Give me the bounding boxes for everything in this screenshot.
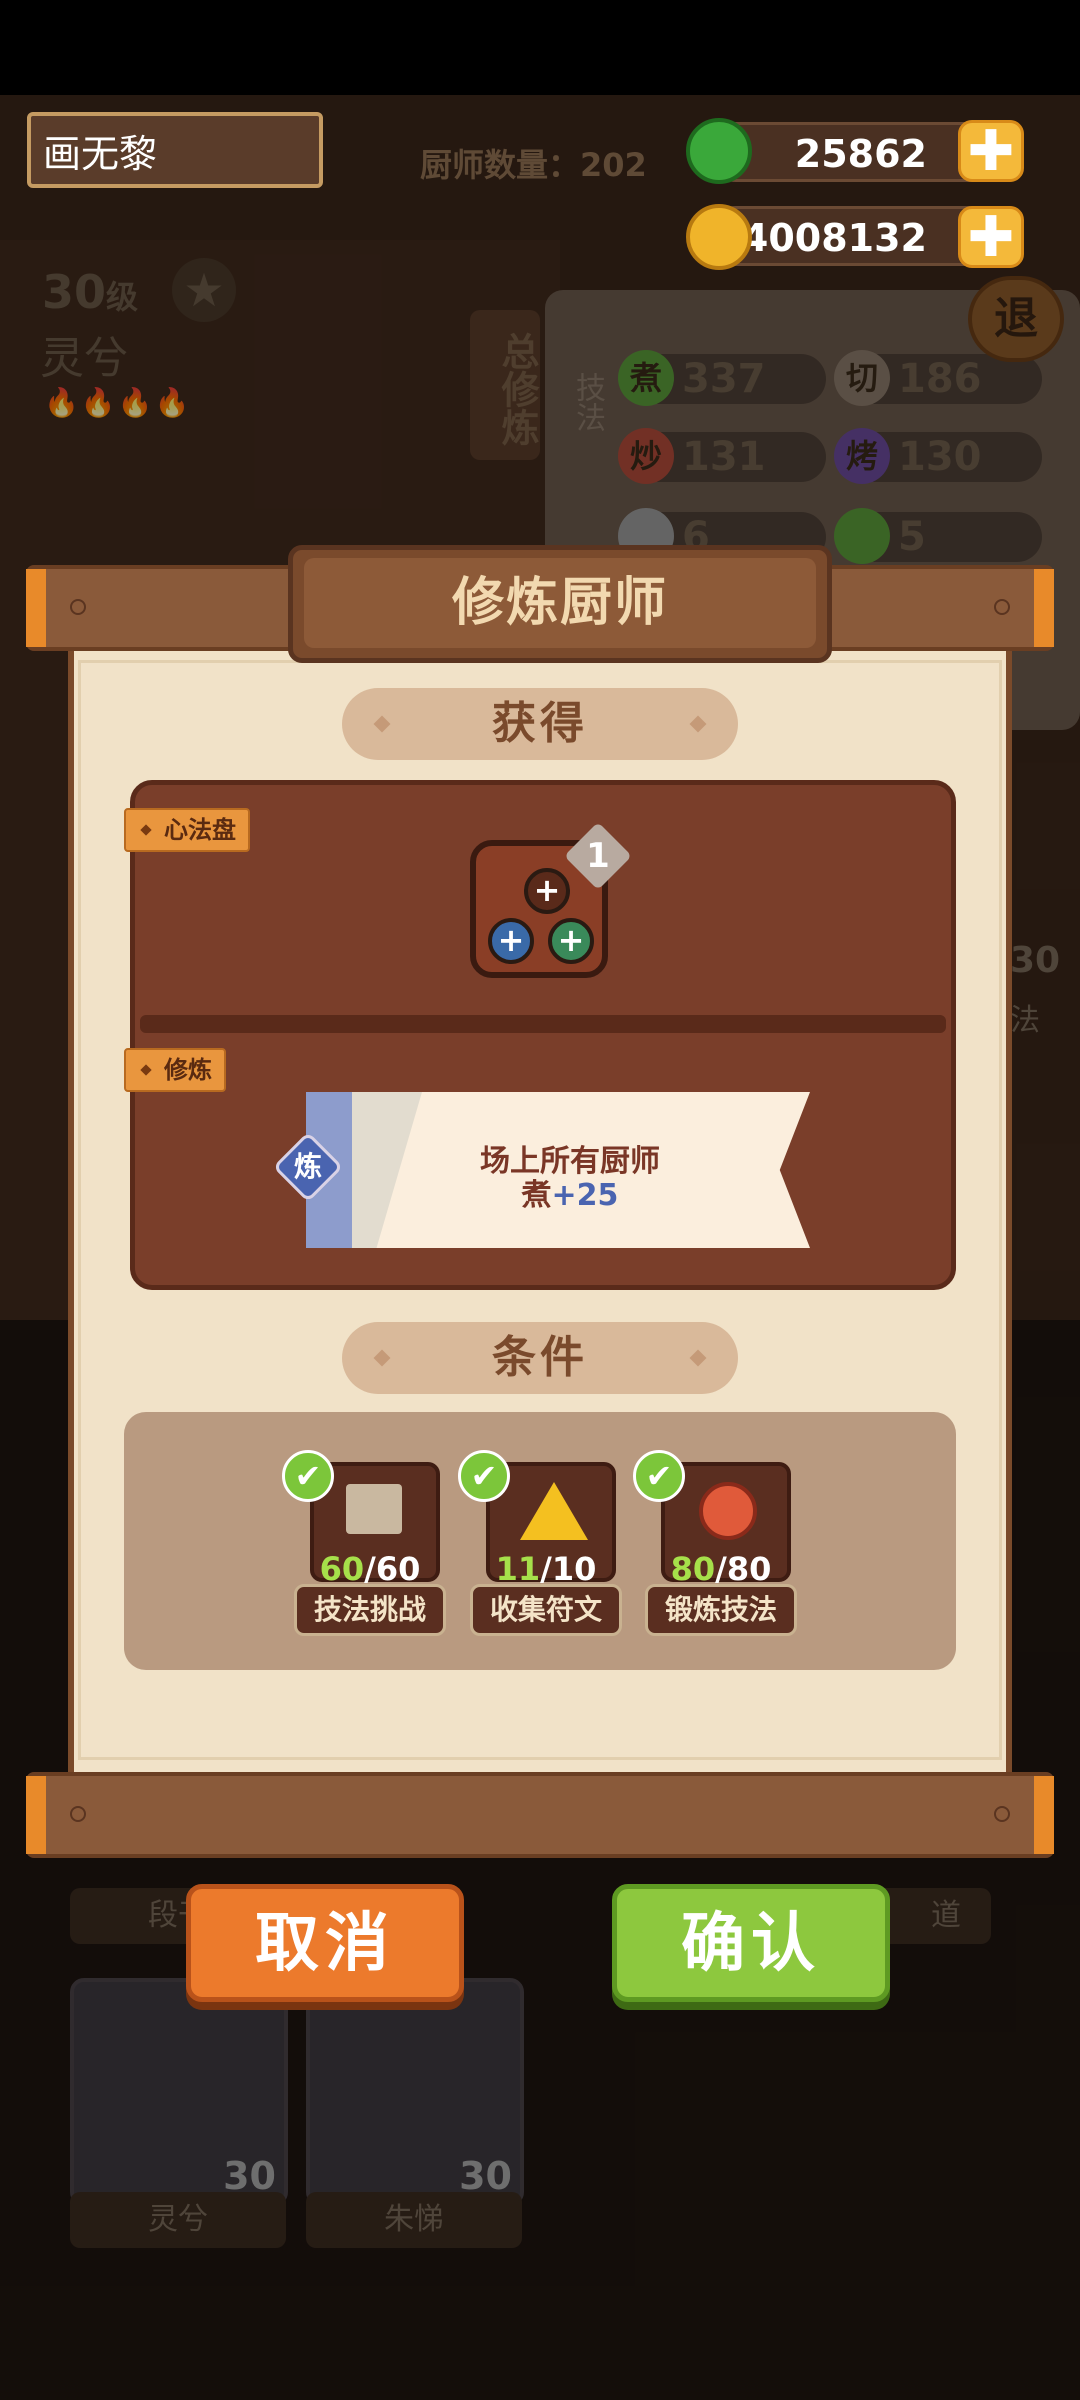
condition-progress: 80/80: [670, 1550, 772, 1588]
add-coin-button[interactable]: ✚: [958, 206, 1024, 268]
map-icon: [346, 1484, 402, 1534]
rune-icon: [520, 1482, 588, 1540]
condition-label: 锻炼技法: [645, 1584, 797, 1636]
tag-training: 修炼: [124, 1048, 226, 1092]
condition-train-skills[interactable]: 80/80 锻炼技法 ✔: [633, 1450, 797, 1637]
coin-icon: [686, 204, 752, 270]
chef-count: 厨师数量：202: [420, 146, 647, 184]
check-icon: ✔: [458, 1450, 510, 1502]
green-slot-icon: +: [548, 918, 594, 964]
condition-skill-challenge[interactable]: 60/60 技法挑战 ✔: [282, 1450, 446, 1637]
alarm-clock-icon: [699, 1482, 757, 1540]
effect-value: 煮+25: [521, 1178, 619, 1213]
jade-icon: [686, 118, 752, 184]
section-conditions: 条件: [342, 1322, 738, 1394]
player-name-box[interactable]: 画无黎: [27, 112, 323, 188]
item-count: 1: [586, 836, 610, 876]
red-slot-icon: +: [524, 868, 570, 914]
check-icon: ✔: [633, 1450, 685, 1502]
add-jade-button[interactable]: ✚: [958, 120, 1024, 182]
scroll-bottom-rod: [26, 1772, 1054, 1858]
training-badge-label: 炼: [293, 1150, 322, 1183]
condition-collect-runes[interactable]: 11/10 收集符文 ✔: [458, 1450, 622, 1637]
tag-mind-disk: 心法盘: [124, 808, 250, 852]
section-obtain: 获得: [342, 688, 738, 760]
condition-progress: 60/60: [319, 1550, 421, 1588]
condition-label: 收集符文: [470, 1584, 622, 1636]
check-icon: ✔: [282, 1450, 334, 1502]
reward-divider: [140, 1015, 946, 1033]
confirm-button[interactable]: 确认: [612, 1884, 890, 2002]
modal-title: 修炼厨师: [304, 558, 816, 648]
condition-progress: 11/10: [495, 1550, 597, 1588]
cancel-button[interactable]: 取消: [186, 1884, 464, 2002]
condition-label: 技法挑战: [294, 1584, 446, 1636]
blue-slot-icon: +: [488, 918, 534, 964]
